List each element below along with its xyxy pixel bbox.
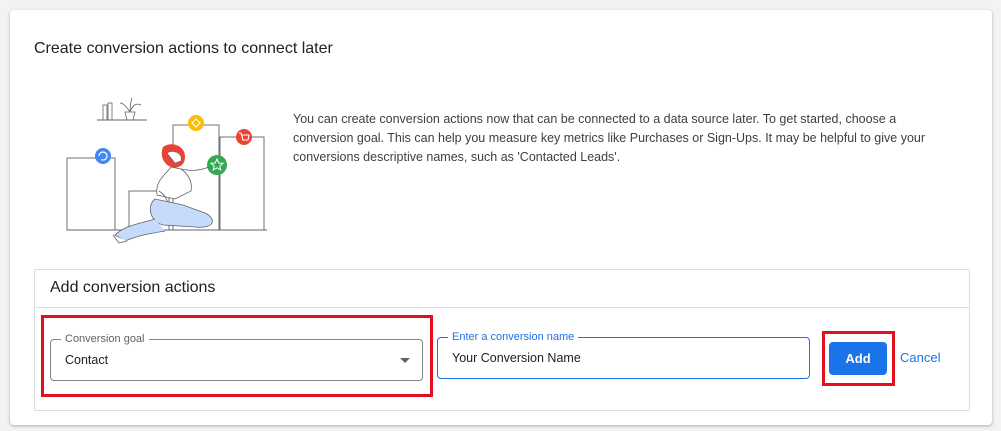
chevron-down-icon[interactable] (400, 358, 410, 363)
conversion-goal-select[interactable]: Conversion goal Contact (50, 332, 423, 381)
conversion-card: Create conversion actions to connect lat… (10, 10, 992, 425)
page-title: Create conversion actions to connect lat… (34, 40, 333, 57)
conversion-name-field[interactable]: Enter a conversion name Your Conversion … (437, 330, 810, 379)
conversion-illustration (66, 97, 267, 244)
cart-icon (236, 129, 252, 145)
panel-divider (35, 307, 969, 308)
cancel-button[interactable]: Cancel (900, 350, 940, 365)
intro-description: You can create conversion actions now th… (293, 112, 926, 164)
panel-title: Add conversion actions (50, 279, 216, 296)
add-conversion-panel: Add conversion actions Conversion goal C… (34, 269, 970, 411)
conversion-goal-value: Contact (65, 353, 109, 367)
tag-icon (188, 115, 204, 131)
star-icon (207, 155, 227, 175)
add-button[interactable]: Add (829, 342, 887, 375)
conversion-name-label: Enter a conversion name (448, 330, 579, 344)
conversion-name-value[interactable]: Your Conversion Name (452, 351, 581, 365)
conversion-goal-label: Conversion goal (61, 332, 149, 346)
refresh-icon (95, 148, 111, 164)
